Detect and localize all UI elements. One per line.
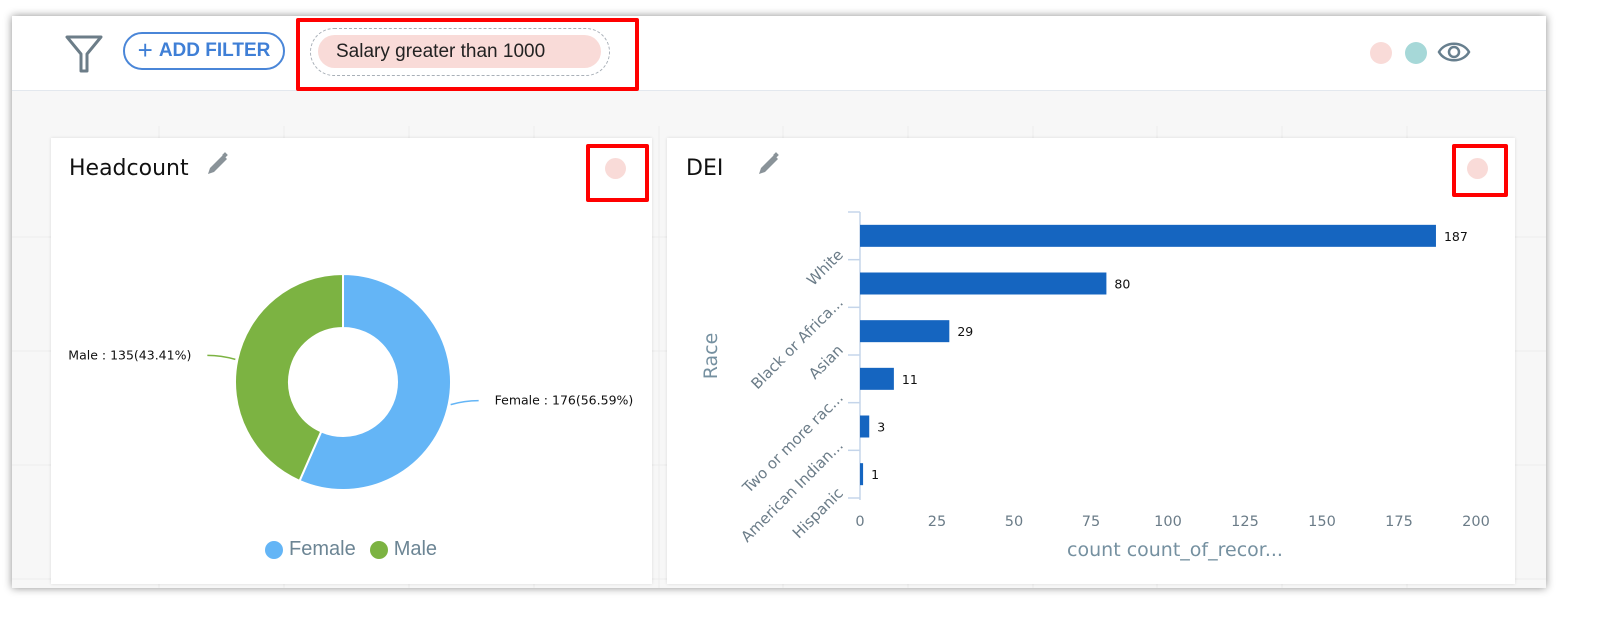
legend-item-female[interactable]: Female [265,538,356,561]
filter-funnel-icon[interactable] [65,34,103,74]
category-label: White [803,246,847,290]
bar-white[interactable] [860,224,1436,247]
x-tick-label: 75 [1082,514,1100,530]
card-title: Headcount [69,156,189,181]
x-axis-title: count count_of_recor... [1067,539,1283,561]
status-dot-pink[interactable] [1370,42,1392,64]
bar-asian[interactable] [860,320,950,343]
leader-line-female [450,399,479,406]
highlight-box-filter [296,18,639,91]
x-tick-label: 100 [1154,514,1182,530]
dei-bar-chart: 187White 80Black or Africa... 29Asian 11Two… [700,211,1490,561]
data-label-female: Female : 176(56.59%) [495,393,634,408]
x-tick-label: 125 [1231,514,1259,530]
x-tick-label: 150 [1308,514,1336,530]
plus-icon: + [137,35,153,65]
bar-two-or-more-rac[interactable] [860,367,894,390]
legend-label-female: Female [289,538,356,560]
filter-toolbar: + ADD FILTER Salary greater than 1000 [12,16,1546,91]
dei-card: DEI 187 White 80 Black or Africa... 29 Asian 1… [667,138,1515,584]
data-label-male: Male : 135(43.41%) [68,347,191,362]
x-tick-label: 25 [928,514,946,530]
dashboard-window: + ADD FILTER Salary greater than 1000 He… [12,16,1546,588]
x-tick-label: 200 [1462,514,1490,530]
legend-swatch-male [369,540,388,559]
status-dot-teal[interactable] [1405,42,1427,64]
highlight-box-headcount-dot [586,144,649,202]
add-filter-button[interactable]: + ADD FILTER [123,32,285,70]
bar-value-label: 11 [902,372,918,387]
headcount-card: Headcount Female : 176(56.59%) Male : 135… [51,138,652,584]
headcount-donut-chart: Female : 176(56.59%) Male : 135(43.41%) [68,272,634,491]
bar-black-or-africa[interactable] [860,272,1107,295]
add-filter-label: ADD FILTER [158,40,271,61]
bar-value-label: 3 [877,420,885,435]
bar-value-label: 1 [871,467,879,482]
bar-american-indian[interactable] [860,415,870,438]
bar-hispanic[interactable] [860,463,864,486]
legend-swatch-female [265,540,283,559]
bar-value-label: 187 [1444,229,1468,244]
legend-item-male[interactable]: Male [369,538,438,561]
category-label: Asian [805,341,847,383]
leader-line-male [207,354,236,361]
x-tick-label: 50 [1005,514,1023,530]
eye-icon[interactable] [1437,38,1471,66]
x-tick-label: 0 [855,514,864,530]
chart-legend: Female Male [265,538,437,561]
pencil-icon[interactable] [204,152,230,178]
y-axis-title: Race [700,333,722,380]
legend-label-male: Male [393,538,438,560]
x-tick-label: 175 [1385,514,1413,530]
bar-value-label: 29 [957,324,973,339]
bar-value-label: 80 [1114,277,1130,292]
